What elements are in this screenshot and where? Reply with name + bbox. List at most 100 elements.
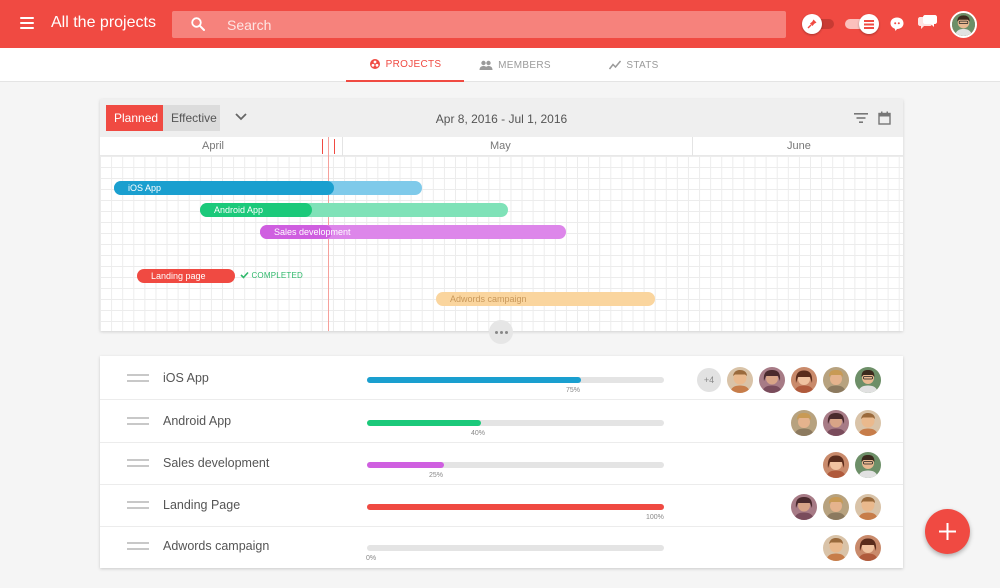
pin-icon [807, 19, 817, 29]
check-icon [240, 271, 249, 279]
gantt-toolbar: Planned Effective Apr 8, 2016 - Jul 1, 2… [100, 99, 903, 137]
tab-label: STATS [626, 59, 659, 71]
avatar[interactable] [855, 410, 881, 436]
project-name: Adwords campaign [163, 539, 270, 553]
avatar[interactable] [823, 367, 849, 393]
tab-stats[interactable]: STATS [602, 48, 666, 82]
avatar[interactable] [855, 452, 881, 478]
tab-members[interactable]: MEMBERS [471, 48, 559, 82]
gantt-bar-label: Sales development [274, 227, 351, 237]
projects-icon [369, 59, 380, 69]
avatar[interactable] [791, 494, 817, 520]
month-label: April [202, 140, 225, 152]
avatar[interactable] [823, 452, 849, 478]
month-label: June [787, 140, 811, 152]
avatar[interactable] [759, 367, 785, 393]
progress-bar [367, 504, 664, 510]
chevron-down-icon[interactable] [234, 112, 248, 122]
gantt-bar-adwords[interactable]: Adwords campaign [436, 292, 655, 306]
plus-icon [939, 523, 956, 540]
list-toggle-icon [864, 20, 874, 29]
progress-percent: 100% [646, 514, 664, 521]
drag-handle-icon[interactable] [127, 542, 149, 552]
gantt-bar-android[interactable]: Android App [200, 203, 508, 217]
tab-label: MEMBERS [498, 59, 551, 71]
project-name: Android App [163, 414, 232, 428]
progress-percent: 0% [366, 555, 377, 562]
project-name: Sales development [163, 456, 270, 470]
project-name: Landing Page [163, 498, 241, 512]
gantt-chart-card: Planned Effective Apr 8, 2016 - Jul 1, 2… [100, 99, 903, 331]
avatar[interactable] [855, 535, 881, 561]
drag-handle-icon[interactable] [127, 459, 149, 469]
avatar[interactable] [791, 367, 817, 393]
chat-icon[interactable] [889, 16, 905, 32]
progress-bar [367, 545, 664, 551]
member-avatars [791, 410, 881, 436]
avatar[interactable] [855, 367, 881, 393]
effective-button[interactable]: Effective [163, 105, 220, 131]
members-icon [479, 60, 493, 70]
gantt-bar-label: Android App [214, 205, 264, 215]
tab-bar: PROJECTS MEMBERS STATS [0, 48, 1000, 82]
search-input[interactable] [227, 11, 767, 38]
menu-icon[interactable] [20, 17, 34, 29]
more-members-badge[interactable]: +4 [697, 368, 721, 392]
calendar-icon[interactable] [878, 111, 891, 125]
add-project-button[interactable] [925, 509, 970, 554]
user-avatar[interactable] [950, 11, 977, 38]
gantt-bar-label: Landing page [151, 271, 206, 281]
table-row[interactable]: Landing Page 100% [100, 485, 903, 527]
avatar[interactable] [727, 367, 753, 393]
completed-label: COMPLETED [251, 271, 304, 280]
avatar[interactable] [823, 410, 849, 436]
today-handle[interactable] [322, 139, 335, 154]
progress-bar [367, 462, 664, 468]
drag-handle-icon[interactable] [127, 374, 149, 384]
drag-handle-icon[interactable] [127, 501, 149, 511]
project-name: iOS App [163, 371, 209, 385]
avatar[interactable] [855, 494, 881, 520]
view-toggle[interactable] [845, 14, 879, 34]
gantt-bar-landing[interactable]: Landing page [137, 269, 235, 283]
tab-projects[interactable]: PROJECTS [346, 48, 464, 82]
table-row[interactable]: Adwords campaign 0% [100, 526, 903, 568]
member-avatars [791, 494, 881, 520]
gantt-bar-label: Adwords campaign [450, 294, 527, 304]
member-avatars [823, 535, 881, 561]
date-range: Apr 8, 2016 - Jul 1, 2016 [435, 112, 568, 126]
completed-badge: COMPLETED [240, 271, 303, 280]
table-row[interactable]: Sales development 25% [100, 443, 903, 485]
filter-icon[interactable] [853, 111, 869, 125]
project-list: iOS App 75% +4 Android App 40% Sales dev… [100, 356, 903, 568]
stats-icon [609, 60, 622, 70]
page-title: All the projects [51, 14, 156, 31]
gantt-bar-sales[interactable]: Sales development [260, 225, 566, 239]
planned-effective-switch: Planned Effective [106, 105, 220, 131]
notifications-icon[interactable] [916, 13, 938, 33]
search-icon [191, 17, 205, 31]
progress-percent: 75% [566, 387, 581, 394]
month-header: April May June [100, 137, 903, 156]
top-app-bar: All the projects [0, 0, 1000, 48]
avatar[interactable] [823, 535, 849, 561]
pin-toggle[interactable] [802, 14, 834, 34]
planned-button[interactable]: Planned [106, 105, 163, 131]
drag-handle-icon[interactable] [127, 417, 149, 427]
more-options-button[interactable] [489, 320, 513, 344]
progress-bar [367, 420, 664, 426]
progress-bar [367, 377, 664, 383]
member-avatars [823, 452, 881, 478]
progress-percent: 40% [471, 430, 486, 437]
member-avatars: +4 [697, 367, 881, 393]
tab-label: PROJECTS [385, 58, 442, 70]
search-bar[interactable] [172, 11, 786, 38]
avatar[interactable] [791, 410, 817, 436]
progress-percent: 25% [429, 472, 444, 479]
table-row[interactable]: Android App 40% [100, 401, 903, 443]
gantt-bar-label: iOS App [128, 183, 162, 193]
gantt-bar-ios[interactable]: iOS App [114, 181, 422, 195]
avatar[interactable] [823, 494, 849, 520]
month-label: May [490, 140, 511, 152]
table-row[interactable]: iOS App 75% +4 [100, 358, 903, 400]
